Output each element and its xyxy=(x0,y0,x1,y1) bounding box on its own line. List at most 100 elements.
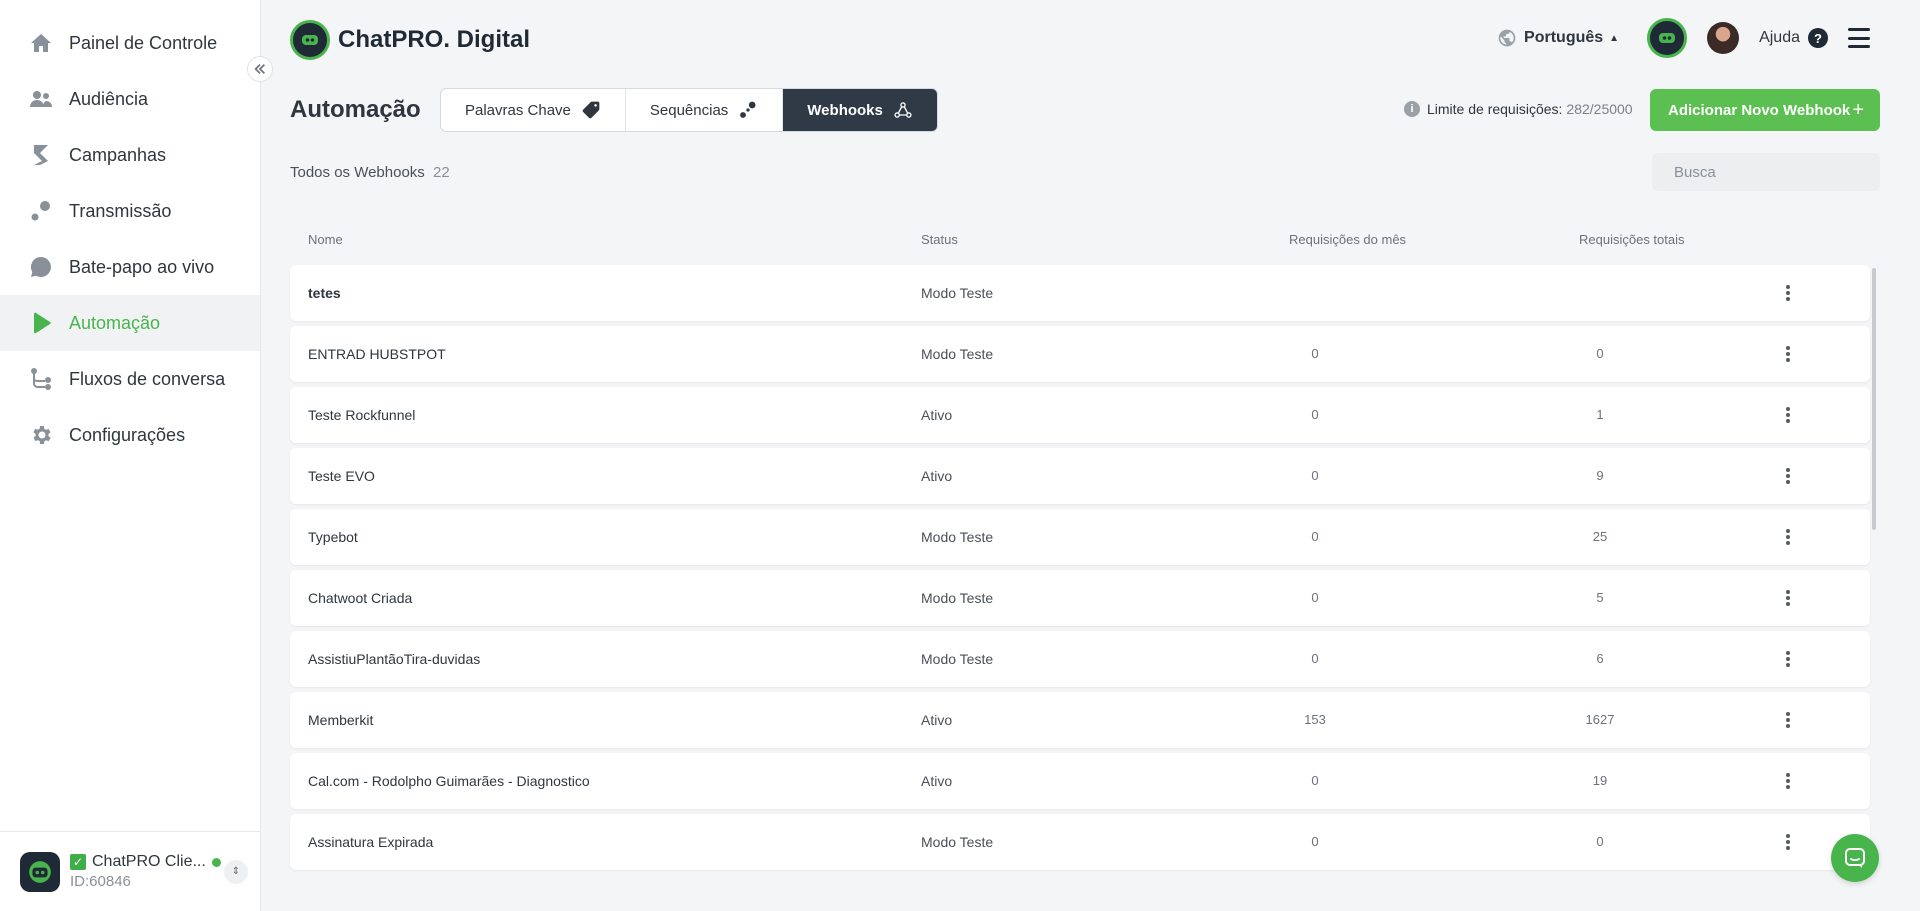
sidebar-item-label: Painel de Controle xyxy=(69,32,218,53)
user-avatar[interactable] xyxy=(1707,22,1740,54)
table-row[interactable]: Chatwoot Criada Modo Teste 0 5 xyxy=(290,570,1870,626)
brand-logo-icon xyxy=(290,20,330,60)
row-month-requests: 0 xyxy=(1311,346,1319,361)
row-name: Cal.com - Rodolpho Guimarães - Diagnosti… xyxy=(308,773,590,789)
row-month-requests: 0 xyxy=(1311,468,1319,483)
collapse-sidebar-button[interactable] xyxy=(247,56,273,82)
tab-palavras-chave[interactable]: Palavras Chave xyxy=(441,89,626,131)
sidebar-item-label: Configurações xyxy=(69,424,186,445)
language-label: Português xyxy=(1524,29,1604,46)
account-switcher[interactable]: ✓ ChatPRO Clie... ID:60846 ⇕ xyxy=(0,831,260,911)
more-options-icon[interactable] xyxy=(1776,403,1800,427)
row-status: Ativo xyxy=(921,407,953,423)
more-options-icon[interactable] xyxy=(1776,586,1800,610)
sidebar-item-fluxos[interactable]: Fluxos de conversa xyxy=(0,351,260,407)
column-header-status[interactable]: Status xyxy=(921,232,958,247)
row-status: Modo Teste xyxy=(921,346,994,362)
sidebar-item-automacao[interactable]: Automação xyxy=(0,295,260,351)
sidebar-item-bate-papo[interactable]: Bate-papo ao vivo xyxy=(0,239,260,295)
search-input[interactable] xyxy=(1674,163,1873,181)
help-button[interactable]: Ajuda ? xyxy=(1759,28,1828,48)
home-icon xyxy=(28,30,54,56)
table-row[interactable]: Cal.com - Rodolpho Guimarães - Diagnosti… xyxy=(290,753,1870,809)
more-options-icon[interactable] xyxy=(1776,769,1800,793)
sequence-icon xyxy=(740,101,756,118)
more-options-icon[interactable] xyxy=(1776,708,1800,732)
more-options-icon[interactable] xyxy=(1776,525,1800,549)
online-indicator-icon xyxy=(211,857,221,867)
more-options-icon[interactable] xyxy=(1776,464,1800,488)
row-name: AssistiuPlantãoTira-duvidas xyxy=(308,651,481,667)
row-status: Modo Teste xyxy=(921,529,994,545)
info-icon[interactable]: i xyxy=(1404,101,1420,117)
plus-icon: + xyxy=(1852,98,1864,121)
header-actions: Português ▲ Ajuda ? xyxy=(1497,18,1870,58)
row-name: Typebot xyxy=(308,529,358,545)
row-total-requests: 1 xyxy=(1596,407,1604,422)
account-name: ChatPRO Clie... xyxy=(92,853,206,870)
account-switch-icon[interactable]: ⇕ xyxy=(224,859,248,884)
row-month-requests: 0 xyxy=(1311,834,1319,849)
row-status: Ativo xyxy=(921,773,953,789)
check-icon: ✓ xyxy=(70,854,86,870)
row-status: Modo Teste xyxy=(921,834,994,850)
table-row[interactable]: Teste Rockfunnel Ativo 0 1 xyxy=(290,387,1870,443)
brand[interactable]: ChatPRO. Digital xyxy=(290,20,530,60)
table-row[interactable]: Memberkit Ativo 153 1627 xyxy=(290,692,1870,748)
row-status: Ativo xyxy=(921,468,953,484)
row-name: Memberkit xyxy=(308,712,374,728)
sidebar: Painel de Controle Audiência Campanhas T… xyxy=(0,0,261,911)
row-status: Ativo xyxy=(921,712,953,728)
row-total-requests: 6 xyxy=(1596,651,1604,666)
brand-name: ChatPRO. Digital xyxy=(338,26,531,53)
help-icon: ? xyxy=(1808,28,1828,48)
more-options-icon[interactable] xyxy=(1776,342,1800,366)
table-row[interactable]: ENTRAD HUBSTPOT Modo Teste 0 0 xyxy=(290,326,1870,382)
broadcast-icon xyxy=(28,198,54,224)
list-title: Todos os Webhooks 22 xyxy=(290,164,450,181)
tab-sequencias[interactable]: Sequências xyxy=(626,89,784,131)
column-header-total[interactable]: Requisições totais xyxy=(1579,232,1685,247)
add-webhook-button[interactable]: Adicionar Novo Webhook + xyxy=(1650,89,1880,131)
row-name: ENTRAD HUBSTPOT xyxy=(308,346,446,362)
sidebar-item-label: Automação xyxy=(69,312,161,333)
more-options-icon[interactable] xyxy=(1776,281,1800,305)
table-row[interactable]: Teste EVO Ativo 0 9 xyxy=(290,448,1870,504)
chat-bubble-icon xyxy=(1845,848,1865,868)
table-row[interactable]: tetes Modo Teste xyxy=(290,265,1870,321)
column-header-name[interactable]: Nome xyxy=(308,232,343,247)
support-chat-button[interactable] xyxy=(1831,834,1879,882)
table-row[interactable]: Assinatura Expirada Modo Teste 0 0 xyxy=(290,814,1870,870)
more-options-icon[interactable] xyxy=(1776,830,1800,854)
sidebar-item-painel[interactable]: Painel de Controle xyxy=(0,15,260,71)
webhook-icon xyxy=(894,102,912,118)
bot-avatar[interactable] xyxy=(1647,18,1688,58)
double-chevron-left-icon xyxy=(254,64,265,74)
account-id: ID:60846 xyxy=(70,873,131,890)
sidebar-item-audiencia[interactable]: Audiência xyxy=(0,71,260,127)
row-total-requests: 1627 xyxy=(1585,712,1615,727)
row-name: Assinatura Expirada xyxy=(308,834,434,850)
row-month-requests: 153 xyxy=(1304,712,1326,727)
bot-icon xyxy=(1659,33,1676,43)
request-limit: i Limite de requisições: 282/25000 xyxy=(1404,101,1633,117)
more-options-icon[interactable] xyxy=(1776,647,1800,671)
tab-webhooks[interactable]: Webhooks xyxy=(783,89,937,131)
list-scrollbar[interactable] xyxy=(1872,268,1876,530)
hamburger-menu-icon[interactable] xyxy=(1848,28,1870,48)
column-header-month[interactable]: Requisições do mês xyxy=(1289,232,1406,247)
row-month-requests: 0 xyxy=(1311,773,1319,788)
sidebar-item-campanhas[interactable]: Campanhas xyxy=(0,127,260,183)
gear-icon xyxy=(28,422,54,448)
language-selector[interactable]: Português ▲ xyxy=(1497,28,1619,48)
row-month-requests: 0 xyxy=(1311,590,1319,605)
sidebar-item-label: Fluxos de conversa xyxy=(69,368,226,389)
flow-icon xyxy=(28,366,54,392)
sidebar-item-label: Transmissão xyxy=(69,200,172,221)
table-row[interactable]: AssistiuPlantãoTira-duvidas Modo Teste 0… xyxy=(290,631,1870,687)
sidebar-item-transmissao[interactable]: Transmissão xyxy=(0,183,260,239)
sidebar-item-configuracoes[interactable]: Configurações xyxy=(0,407,260,463)
table-row[interactable]: Typebot Modo Teste 0 25 xyxy=(290,509,1870,565)
caret-up-icon: ▲ xyxy=(1609,32,1620,44)
row-total-requests: 0 xyxy=(1596,346,1604,361)
